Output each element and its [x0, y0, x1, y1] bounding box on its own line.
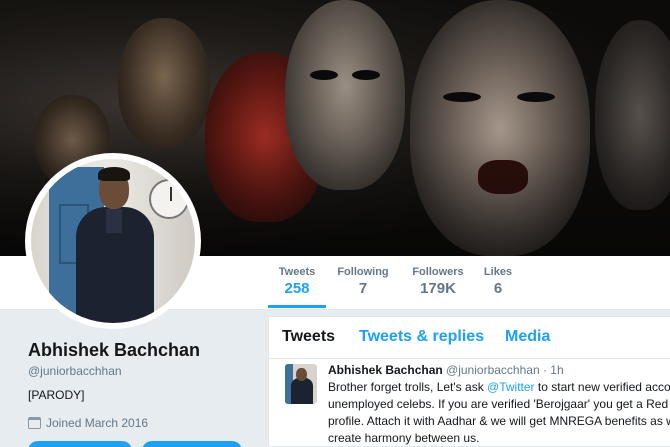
stat-tweets[interactable]: Tweets 258: [268, 266, 326, 297]
stat-followers-value: 179K: [420, 280, 456, 297]
stat-tweets-label: Tweets: [278, 266, 316, 278]
avatar-photo: [31, 159, 195, 323]
stat-likes-value: 6: [493, 280, 503, 297]
tweet-text-line: unemployed celebs. If you are verified '…: [328, 397, 670, 411]
profile-avatar[interactable]: [25, 153, 201, 329]
tweet-author-avatar[interactable]: [285, 364, 317, 404]
stat-tweets-value: 258: [284, 280, 310, 297]
tweet-mention-link[interactable]: @Twitter: [487, 380, 535, 394]
tweet-text-line: profile. Attach it with Aadhar & we will…: [328, 414, 670, 428]
tweet-header: Abhishek Bachchan @juniorbacchhan · 1h: [328, 363, 564, 377]
message-button[interactable]: [142, 441, 242, 447]
stat-likes[interactable]: Likes 6: [481, 266, 515, 297]
calendar-icon: [28, 417, 41, 429]
profile-bio: [PARODY]: [28, 388, 85, 402]
timeline-tabs: Tweets Tweets & replies Media: [269, 317, 670, 359]
tweet-to-button[interactable]: [28, 441, 132, 447]
stat-followers-label: Followers: [412, 266, 464, 278]
tweet-meta[interactable]: @juniorbacchhan · 1h: [443, 363, 564, 377]
profile-joined-text: Joined March 2016: [46, 416, 149, 430]
tab-tweets[interactable]: Tweets: [282, 328, 335, 346]
tweet-text-line: create harmony between us.: [328, 431, 480, 445]
active-stat-underline: [268, 305, 326, 308]
clock-icon: [149, 179, 189, 219]
stat-likes-label: Likes: [483, 266, 513, 278]
timeline: Tweets Tweets & replies Media Abhishek B…: [268, 316, 670, 447]
profile-joined: Joined March 2016: [28, 416, 148, 430]
tweet-author-name[interactable]: Abhishek Bachchan: [328, 363, 443, 377]
profile-name[interactable]: Abhishek Bachchan: [28, 340, 200, 361]
stat-following-label: Following: [337, 266, 389, 278]
tab-media[interactable]: Media: [505, 328, 550, 346]
stat-followers[interactable]: Followers 179K: [410, 266, 466, 297]
tweet-text-line: Brother forget trolls, Let's ask @Twitte…: [328, 380, 670, 394]
tab-tweets-replies[interactable]: Tweets & replies: [359, 328, 484, 346]
stat-following[interactable]: Following 7: [337, 266, 389, 297]
profile-handle[interactable]: @juniorbacchhan: [28, 364, 122, 378]
stat-following-value: 7: [358, 280, 368, 297]
